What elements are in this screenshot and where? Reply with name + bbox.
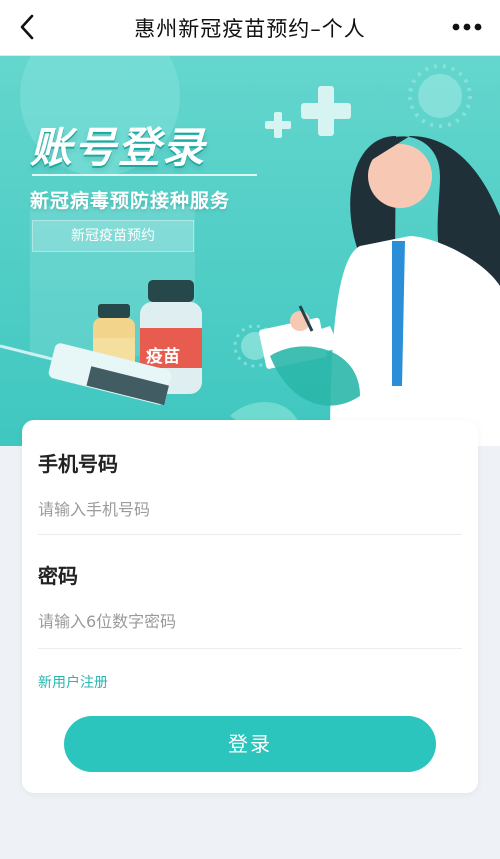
password-label: 密码 xyxy=(38,564,78,588)
banner-subtitle: 新冠病毒预防接种服务 xyxy=(30,190,231,212)
more-button[interactable] xyxy=(450,15,484,39)
register-link[interactable]: 新用户注册 xyxy=(38,672,108,692)
page-title: 惠州新冠疫苗预约–个人 xyxy=(134,17,366,41)
back-button[interactable] xyxy=(14,12,44,42)
phone-input[interactable] xyxy=(38,494,460,524)
login-card: 手机号码 密码 新用户注册 登录 xyxy=(22,420,478,793)
banner-title: 账号登录 xyxy=(30,123,207,172)
password-divider xyxy=(38,648,462,649)
hero-banner: 账号登录 新冠病毒预防接种服务 新冠疫苗预约 疫苗 xyxy=(0,56,500,446)
phone-label: 手机号码 xyxy=(38,452,118,476)
chevron-left-icon xyxy=(20,14,34,40)
phone-divider xyxy=(38,534,462,535)
banner-tag: 新冠疫苗预约 xyxy=(32,220,194,252)
more-dots-icon xyxy=(452,23,482,31)
top-navbar: 惠州新冠疫苗预约–个人 xyxy=(0,0,500,56)
password-input[interactable] xyxy=(38,606,460,636)
banner-divider xyxy=(32,174,257,176)
login-button[interactable]: 登录 xyxy=(64,716,436,772)
vaccine-jar-label: 疫苗 xyxy=(146,347,180,367)
